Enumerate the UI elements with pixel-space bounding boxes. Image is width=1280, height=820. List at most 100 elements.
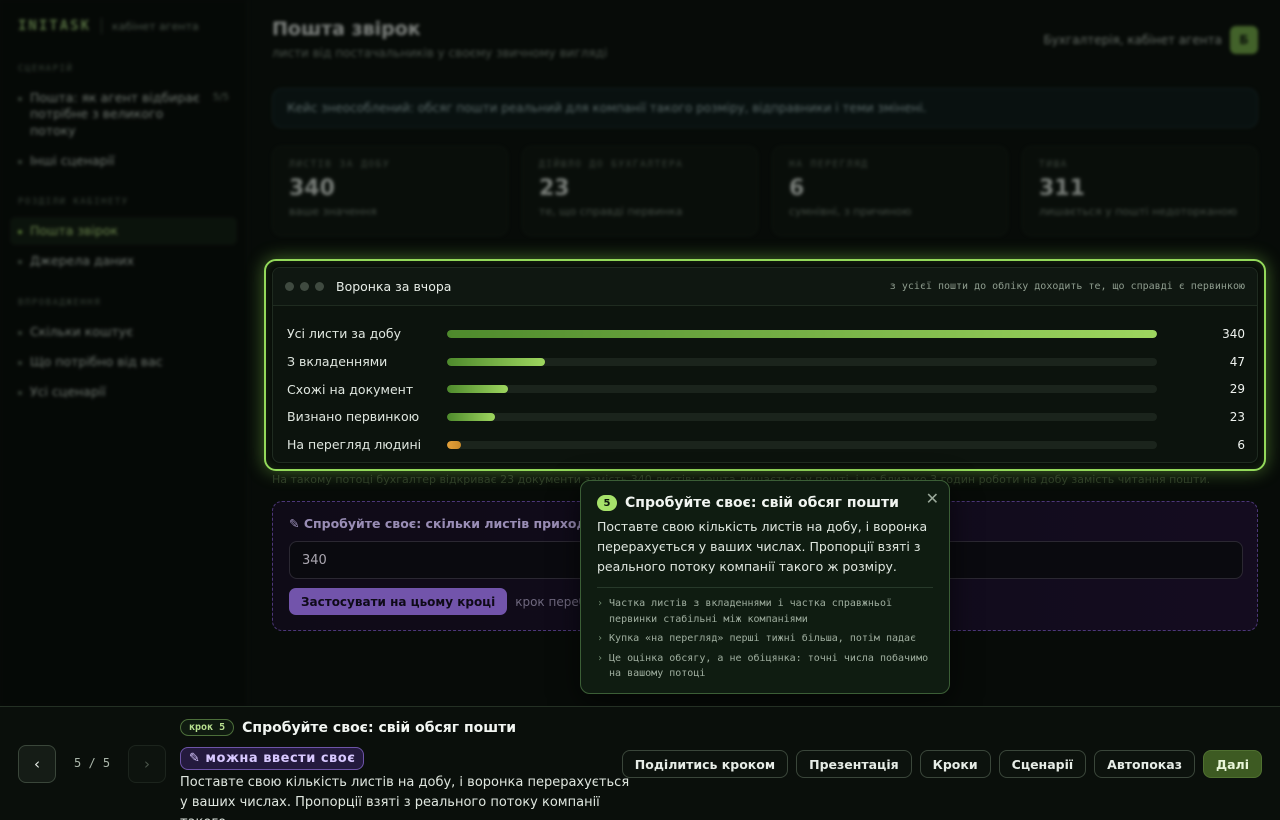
stat-card: ДІЙШЛО ДО БУХГАЛТЕРА 23 те, що справді п… xyxy=(522,146,758,236)
sidebar-item-count: 5/5 xyxy=(212,92,229,103)
page-header: Пошта звірок листи від постачальників у … xyxy=(272,18,1258,60)
funnel-bar-track xyxy=(447,385,1157,394)
stat-label: ТИША xyxy=(1039,159,1068,170)
stat-card: НА ПЕРЕГЛЯД 6 сумнівні, з причиною xyxy=(772,146,1008,236)
funnel-card: Воронка за вчора з усієї пошти до обліку… xyxy=(272,267,1258,463)
step-badge: крок 5 xyxy=(180,719,235,736)
steps-button[interactable]: Кроки xyxy=(919,750,991,778)
brand-logo[interactable]: INITASK xyxy=(18,18,91,34)
stat-desc: лишається у пошті недоторканою xyxy=(1039,205,1238,218)
stat-desc: те, що справді первинка xyxy=(539,205,683,218)
sidebar-section-label: СЦЕНАРІЙ xyxy=(18,64,74,74)
funnel-row-label: На перегляд людині xyxy=(287,437,422,453)
funnel-body: Усі листи за добу 340 З вкладеннями 47 Схожі… xyxy=(273,306,1257,458)
funnel-row-label: Усі листи за добу xyxy=(287,326,401,342)
next-step-button[interactable]: › xyxy=(128,745,166,783)
bullet-icon xyxy=(18,330,22,335)
brand-subtitle: кабінет агента xyxy=(112,19,199,33)
bullet-icon xyxy=(18,260,22,265)
sidebar-item-label: Джерела даних xyxy=(30,253,134,269)
sidebar-item-all-scenarios[interactable]: Усі сценарії xyxy=(10,378,237,406)
window-dot-icon xyxy=(315,282,324,291)
window-dot-icon xyxy=(300,282,309,291)
presentation-button[interactable]: Презентація xyxy=(796,750,912,778)
bullet-icon xyxy=(18,391,22,395)
next-button[interactable]: Далі xyxy=(1202,750,1262,778)
funnel-title: Воронка за вчора xyxy=(336,279,452,294)
bullet-icon xyxy=(18,97,22,101)
step-number-badge: 5 xyxy=(597,495,617,511)
bullet-text: Це оцінка обсягу, а не обіцянка: точні ч… xyxy=(609,652,929,680)
funnel-row: Визнано первинкою 23 xyxy=(287,403,1245,431)
scenarios-button[interactable]: Сценарії xyxy=(998,750,1087,778)
funnel-row-value: 47 xyxy=(1229,354,1245,369)
stat-value: 311 xyxy=(1039,176,1085,201)
stats-row: ЛИСТІВ ЗА ДОБУ 340 ваше значення ДІЙШЛО … xyxy=(272,146,1258,236)
funnel-bar xyxy=(447,385,508,394)
apply-button[interactable]: Застосувати на цьому кроці xyxy=(289,588,508,615)
funnel-bar-track xyxy=(447,412,1157,421)
sidebar-section-label: РОЗДІЛИ КАБІНЕТУ xyxy=(18,197,129,207)
sidebar-item-mail-reconciliation[interactable]: Пошта звірок xyxy=(10,217,237,246)
bullet-text: Купка «на перегляд» перші тижні більша, … xyxy=(609,633,917,644)
prev-step-button[interactable]: ‹ xyxy=(18,745,56,783)
step-counter: 5 / 5 xyxy=(74,756,111,770)
sidebar-item-label: Усі сценарії xyxy=(30,384,106,399)
divider xyxy=(597,587,933,588)
stat-value: 6 xyxy=(789,176,805,201)
popover-bullet: › Це оцінка обсягу, а не обіцянка: точні… xyxy=(597,651,933,682)
brand-divider xyxy=(101,18,103,34)
stat-desc: ваше значення xyxy=(289,205,377,218)
stat-label: ЛИСТІВ ЗА ДОБУ xyxy=(289,159,391,170)
funnel-row-value: 23 xyxy=(1229,409,1245,424)
sidebar-item-requirements[interactable]: Що потрібно від вас xyxy=(10,348,237,376)
sidebar-item-mail-scenario[interactable]: Пошта: як агент відбирає потрібне з вели… xyxy=(10,84,237,145)
stat-value: 23 xyxy=(539,176,570,201)
chevron-right-icon: › xyxy=(597,633,604,644)
sidebar-section-label: ВПРОВАДЖЕННЯ xyxy=(18,297,102,308)
step-description: Поставте свою кількість листів на добу, … xyxy=(180,775,630,820)
brand: INITASK кабінет агента xyxy=(10,18,237,34)
step-popover: 5 Спробуйте своє: свій обсяг пошти ✕ Пос… xyxy=(580,480,950,694)
close-icon[interactable]: ✕ xyxy=(926,489,939,508)
bullet-icon xyxy=(18,230,22,234)
sidebar-item-label: Інші сценарії xyxy=(30,152,115,168)
sidebar-item-label: Скільки коштує xyxy=(30,323,133,339)
window-dot-icon xyxy=(285,282,294,291)
funnel-note: з усієї пошти до обліку доходить те, що … xyxy=(889,281,1245,292)
funnel-row-label: З вкладеннями xyxy=(287,354,388,370)
funnel-row-label: Визнано первинкою xyxy=(287,409,420,425)
funnel-bar xyxy=(447,357,546,366)
funnel-header: Воронка за вчора з усієї пошти до обліку… xyxy=(273,268,1257,306)
stat-desc: сумнівні, з причиною xyxy=(789,205,912,218)
sidebar-item-data-sources[interactable]: Джерела даних xyxy=(10,247,237,275)
funnel-row: З вкладеннями 47 xyxy=(287,348,1245,376)
user-menu[interactable]: Бухгалтерія, кабінет агента Б xyxy=(1043,26,1258,54)
funnel-row-value: 340 xyxy=(1222,326,1245,341)
funnel-bar xyxy=(447,412,496,421)
sidebar-item-label: Пошта звірок xyxy=(30,223,119,238)
user-name: Бухгалтерія, кабінет агента xyxy=(1043,33,1222,47)
popover-text: Поставте свою кількість листів на добу, … xyxy=(597,519,928,574)
funnel-bar-track xyxy=(447,357,1157,366)
funnel-row: Схожі на документ 29 xyxy=(287,375,1245,403)
share-step-button[interactable]: Поділитись кроком xyxy=(621,750,789,778)
funnel-highlight: Воронка за вчора з усієї пошти до обліку… xyxy=(264,259,1266,471)
stat-card: ТИША 311 лишається у пошті недоторканою xyxy=(1022,146,1258,236)
editable-badge: ✎ можна ввести своє xyxy=(180,747,365,770)
funnel-row: На перегляд людині 6 xyxy=(287,431,1245,459)
funnel-row: Усі листи за добу 340 xyxy=(287,320,1245,348)
funnel-bar-track xyxy=(447,329,1157,338)
sidebar-item-label: Що потрібно від вас xyxy=(30,353,163,369)
popover-title: Спробуйте своє: свій обсяг пошти xyxy=(625,495,899,511)
funnel-bar xyxy=(447,329,1157,338)
chevron-right-icon: › xyxy=(597,598,604,609)
funnel-bar xyxy=(447,440,462,449)
stat-card: ЛИСТІВ ЗА ДОБУ 340 ваше значення xyxy=(272,146,508,236)
autoplay-button[interactable]: Автопоказ xyxy=(1094,750,1195,778)
funnel-row-label: Схожі на документ xyxy=(287,381,414,397)
funnel-row-value: 6 xyxy=(1237,437,1245,452)
sidebar-item-other-scenarios[interactable]: Інші сценарії xyxy=(10,147,237,175)
tour-actions: Поділитись кроком Презентація Кроки Сцен… xyxy=(621,750,1262,778)
sidebar-item-pricing[interactable]: Скільки коштує xyxy=(10,318,237,346)
